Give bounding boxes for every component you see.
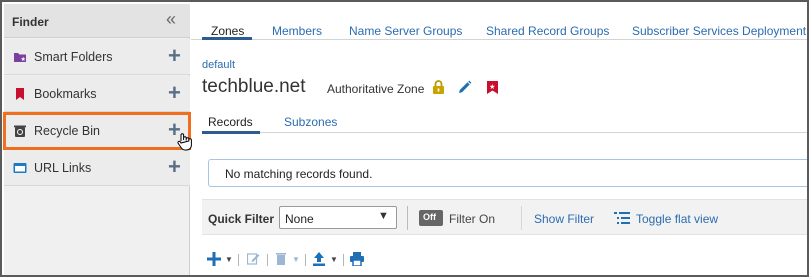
add-smart-folder-icon[interactable]: +: [168, 45, 181, 67]
smart-folder-icon: ★: [14, 53, 26, 63]
recycle-bin-icon: [14, 125, 26, 137]
show-filter-link[interactable]: Show Filter: [534, 212, 594, 226]
trash-icon[interactable]: [275, 252, 287, 265]
finder-title: Finder: [12, 15, 49, 29]
active-tab-indicator: [202, 37, 252, 40]
tab-shared-record-groups[interactable]: Shared Record Groups: [486, 24, 609, 38]
filter-toggle-state: Off: [423, 212, 436, 222]
sidebar-item-label: Bookmarks: [34, 87, 97, 101]
svg-text:★: ★: [21, 56, 26, 63]
print-icon[interactable]: [350, 252, 364, 266]
message-text: No matching records found.: [225, 167, 373, 181]
tab-name-server-groups[interactable]: Name Server Groups: [349, 24, 462, 38]
svg-text:★: ★: [489, 83, 495, 91]
divider: [407, 206, 408, 230]
finder-header: Finder «: [4, 4, 190, 38]
chevron-down-icon[interactable]: ▼: [330, 255, 338, 264]
tab-members[interactable]: Members: [272, 24, 322, 38]
chevron-down-icon: ▼: [378, 210, 389, 222]
main-panel: Zones Members Name Server Groups Shared …: [191, 4, 807, 275]
tab-subscriber-services-deployment[interactable]: Subscriber Services Deployment: [632, 24, 806, 38]
add-bookmark-icon[interactable]: +: [168, 82, 181, 104]
toggle-flat-view-link[interactable]: Toggle flat view: [636, 212, 718, 226]
chevron-down-icon[interactable]: ▼: [292, 255, 300, 264]
breadcrumb[interactable]: default: [202, 59, 235, 71]
tab-records[interactable]: Records: [208, 115, 253, 129]
bookmark-icon: [16, 88, 24, 100]
sidebar-item-label: URL Links: [34, 161, 92, 175]
list-icon[interactable]: [614, 211, 630, 225]
collapse-sidebar-icon[interactable]: «: [166, 10, 176, 28]
divider: [343, 254, 344, 266]
finder-sidebar: Finder « ★ Smart Folders + Bookmarks + R…: [3, 4, 192, 275]
pencil-icon[interactable]: [457, 80, 472, 95]
chevron-down-icon[interactable]: ▼: [225, 255, 233, 264]
quick-filter-select[interactable]: None ▼: [279, 206, 397, 229]
divider: [305, 254, 306, 266]
edit-icon[interactable]: [247, 252, 260, 265]
divider: [238, 254, 239, 266]
upload-icon[interactable]: [312, 252, 326, 266]
filter-on-label: Filter On: [449, 212, 496, 226]
top-tabs: Zones Members Name Server Groups Shared …: [191, 4, 807, 40]
add-url-link-icon[interactable]: +: [168, 156, 181, 178]
quick-filter-bar: Quick Filter None ▼ Off Filter On Show F…: [202, 199, 807, 235]
divider: [521, 206, 522, 230]
record-subtabs: Records Subzones: [202, 111, 807, 134]
sidebar-item-label: Recycle Bin: [34, 124, 100, 138]
active-subtab-indicator: [202, 131, 260, 134]
sidebar-item-recycle-bin[interactable]: Recycle Bin +: [3, 112, 191, 150]
sidebar-item-url-links[interactable]: URL Links +: [4, 150, 190, 186]
bookmark-star-icon[interactable]: ★: [486, 80, 499, 95]
zone-type-label: Authoritative Zone: [327, 82, 425, 96]
quick-filter-value: None: [285, 212, 314, 226]
filter-toggle[interactable]: Off: [419, 210, 443, 226]
url-link-icon: [13, 163, 27, 173]
tab-zones[interactable]: Zones: [211, 24, 244, 38]
empty-records-message: No matching records found.: [208, 159, 807, 187]
tab-subzones[interactable]: Subzones: [284, 115, 337, 129]
sidebar-item-bookmarks[interactable]: Bookmarks +: [4, 76, 190, 112]
lock-icon[interactable]: [432, 80, 445, 95]
sidebar-item-label: Smart Folders: [34, 50, 113, 64]
sidebar-item-smart-folders[interactable]: ★ Smart Folders +: [4, 39, 190, 75]
add-icon[interactable]: [207, 252, 221, 266]
divider: [267, 254, 268, 266]
records-toolbar: ▼ ▼ ▼: [202, 248, 807, 272]
quick-filter-label: Quick Filter: [208, 212, 275, 226]
page-title: techblue.net: [202, 76, 306, 97]
app-window: Finder « ★ Smart Folders + Bookmarks + R…: [0, 0, 809, 277]
